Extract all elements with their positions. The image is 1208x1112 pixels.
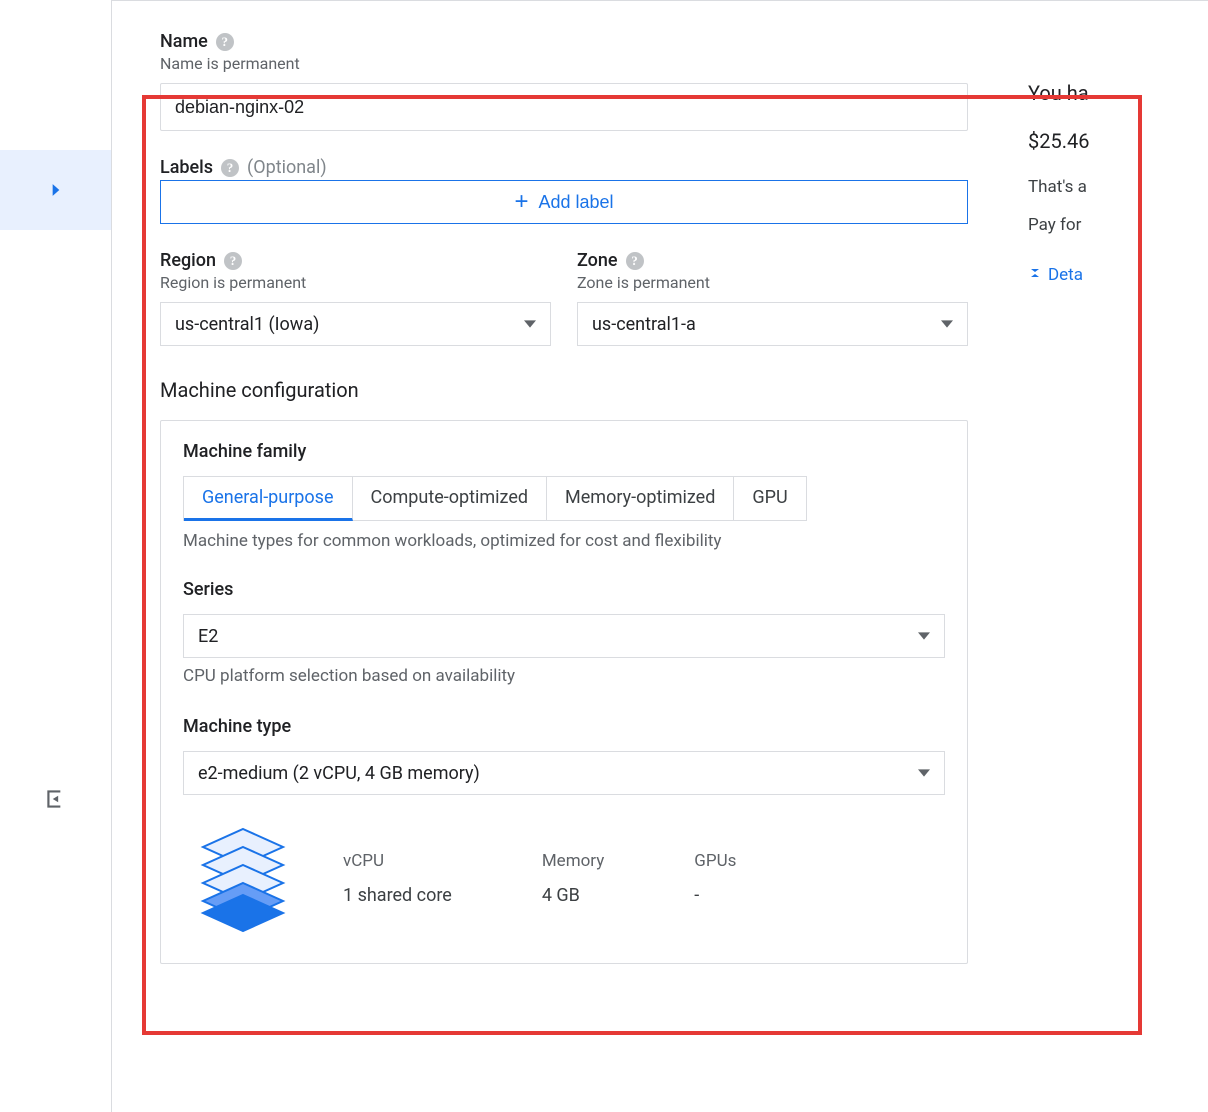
machine-config-panel: Machine family General-purpose Compute-o… — [160, 420, 968, 964]
main-content: Name ? Name is permanent Labels ? (Optio… — [112, 0, 1208, 1112]
expand-icon — [1028, 265, 1042, 285]
machine-type-label: Machine type — [183, 716, 945, 737]
stack-layers-icon — [183, 823, 303, 933]
zone-value: us-central1-a — [592, 314, 696, 335]
nav-active-item[interactable] — [0, 150, 111, 230]
estimate-sidebar: You ha $25.46 That's a Pay for Deta — [1028, 31, 1168, 964]
caret-down-icon — [918, 767, 930, 779]
spec-gpus-value: - — [694, 885, 736, 906]
tab-gpu[interactable]: GPU — [734, 477, 805, 520]
tab-memory-optimized[interactable]: Memory-optimized — [547, 477, 734, 520]
tab-compute-optimized[interactable]: Compute-optimized — [353, 477, 548, 520]
region-select[interactable]: us-central1 (Iowa) — [160, 302, 551, 346]
vm-form: Name ? Name is permanent Labels ? (Optio… — [160, 31, 968, 964]
details-text: Deta — [1048, 265, 1083, 285]
zone-field-block: Zone ? Zone is permanent us-central1-a — [577, 250, 968, 346]
machine-family-label: Machine family — [183, 441, 945, 462]
spec-gpus-label: GPUs — [694, 851, 736, 871]
region-value: us-central1 (Iowa) — [175, 314, 319, 335]
machine-family-desc: Machine types for common workloads, opti… — [183, 531, 945, 551]
labels-field-block: Labels ? (Optional) + Add label — [160, 157, 968, 224]
region-sublabel: Region is permanent — [160, 273, 551, 292]
series-select[interactable]: E2 — [183, 614, 945, 658]
details-link[interactable]: Deta — [1028, 265, 1168, 285]
plus-icon: + — [514, 190, 528, 214]
name-sublabel: Name is permanent — [160, 54, 968, 73]
caret-down-icon — [941, 318, 953, 330]
machine-family-tabs: General-purpose Compute-optimized Memory… — [183, 476, 807, 521]
spec-vcpu-value: 1 shared core — [343, 885, 452, 906]
name-label: Name — [160, 31, 208, 52]
estimate-line-4: Pay for — [1028, 215, 1168, 235]
zone-label: Zone — [577, 250, 618, 271]
series-desc: CPU platform selection based on availabi… — [183, 666, 945, 686]
add-label-text: Add label — [538, 192, 613, 213]
caret-down-icon — [918, 630, 930, 642]
name-input[interactable] — [160, 83, 968, 131]
machine-config-title: Machine configuration — [160, 378, 968, 402]
spec-vcpu-label: vCPU — [343, 851, 452, 871]
chevron-right-icon — [46, 180, 66, 200]
labels-optional: (Optional) — [247, 157, 327, 178]
add-label-button[interactable]: + Add label — [160, 180, 968, 224]
help-icon[interactable]: ? — [216, 33, 234, 51]
caret-down-icon — [524, 318, 536, 330]
machine-type-value: e2-medium (2 vCPU, 4 GB memory) — [198, 763, 480, 784]
series-value: E2 — [198, 626, 218, 647]
region-label: Region — [160, 250, 216, 271]
spec-summary: vCPU 1 shared core Memory 4 GB GPUs - — [183, 823, 945, 933]
name-field-block: Name ? Name is permanent — [160, 31, 968, 131]
tab-general-purpose[interactable]: General-purpose — [184, 477, 353, 521]
help-icon[interactable]: ? — [224, 252, 242, 270]
help-icon[interactable]: ? — [626, 252, 644, 270]
collapse-nav-button[interactable] — [0, 786, 111, 812]
series-label: Series — [183, 579, 945, 600]
estimate-line-3: That's a — [1028, 177, 1168, 197]
zone-sublabel: Zone is permanent — [577, 273, 968, 292]
left-nav-rail — [0, 0, 112, 1112]
region-field-block: Region ? Region is permanent us-central1… — [160, 250, 551, 346]
labels-label: Labels — [160, 157, 213, 178]
estimate-heading: You ha — [1028, 81, 1168, 105]
spec-gpus: GPUs - — [694, 851, 736, 906]
spec-memory: Memory 4 GB — [542, 851, 604, 906]
spec-vcpu: vCPU 1 shared core — [343, 851, 452, 906]
help-icon[interactable]: ? — [221, 159, 239, 177]
zone-select[interactable]: us-central1-a — [577, 302, 968, 346]
spec-memory-value: 4 GB — [542, 885, 604, 906]
machine-type-select[interactable]: e2-medium (2 vCPU, 4 GB memory) — [183, 751, 945, 795]
spec-memory-label: Memory — [542, 851, 604, 871]
estimate-price: $25.46 — [1028, 129, 1168, 153]
